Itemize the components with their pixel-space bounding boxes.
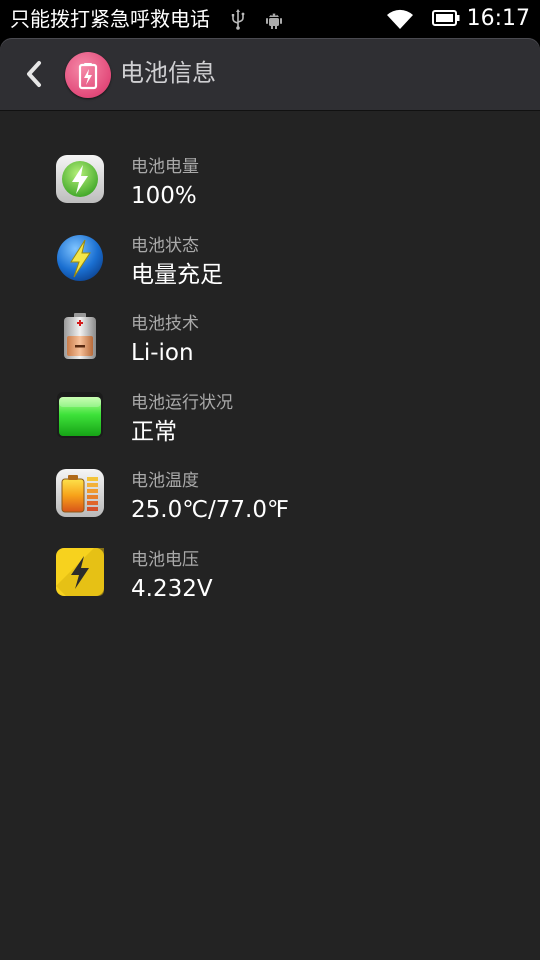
- list-item-battery-health: 电池运行状况 正常: [0, 387, 540, 466]
- clock: 16:17: [466, 6, 530, 31]
- battery-app-icon: [65, 52, 111, 98]
- carrier-status-text: 只能拨打紧急呼救电话: [10, 7, 210, 31]
- item-value: 正常: [131, 418, 177, 445]
- list-item-battery-level: 电池电量 100%: [0, 151, 540, 230]
- list-item-battery-temperature: 电池温度 25.0℃/77.0℉: [0, 465, 540, 544]
- list-item-battery-voltage: 电池电压 4.232V: [0, 544, 540, 623]
- list-item-battery-technology: 电池技术 Li-ion: [0, 308, 540, 387]
- battery-icon: [432, 10, 460, 26]
- back-button[interactable]: [22, 58, 46, 90]
- item-value: Li-ion: [131, 340, 194, 366]
- usb-icon: [231, 9, 245, 30]
- battery-voltage-icon: [56, 547, 104, 596]
- battery-info-list: 电池电量 100% 电池状态 电量充足 电池技术 Li-ion 电池运行状况 正…: [0, 151, 540, 622]
- item-label: 电池运行状况: [131, 392, 233, 413]
- debug-icon: [266, 13, 282, 29]
- item-label: 电池电压: [131, 549, 199, 570]
- item-value: 电量充足: [131, 261, 223, 288]
- list-item-battery-status: 电池状态 电量充足: [0, 230, 540, 309]
- item-label: 电池技术: [131, 314, 199, 334]
- item-label: 电池状态: [131, 235, 199, 256]
- item-label: 电池电量: [131, 157, 199, 177]
- item-value: 25.0℃/77.0℉: [131, 497, 289, 523]
- battery-technology-icon: [64, 313, 96, 359]
- item-value: 4.232V: [131, 575, 213, 602]
- page-title: 电池信息: [120, 59, 216, 87]
- battery-level-icon: [56, 155, 104, 203]
- battery-health-icon: [57, 391, 103, 438]
- app-bar: 电池信息: [0, 38, 540, 111]
- status-bar: 只能拨打紧急呼救电话 16:17: [0, 0, 540, 38]
- item-value: 100%: [131, 183, 197, 209]
- content-area: 电池电量 100% 电池状态 电量充足 电池技术 Li-ion 电池运行状况 正…: [0, 111, 540, 960]
- wifi-icon: [387, 9, 413, 29]
- battery-icon: [78, 63, 98, 90]
- battery-status-icon: [57, 234, 103, 281]
- battery-temperature-icon: [56, 469, 104, 517]
- item-label: 电池温度: [131, 471, 199, 491]
